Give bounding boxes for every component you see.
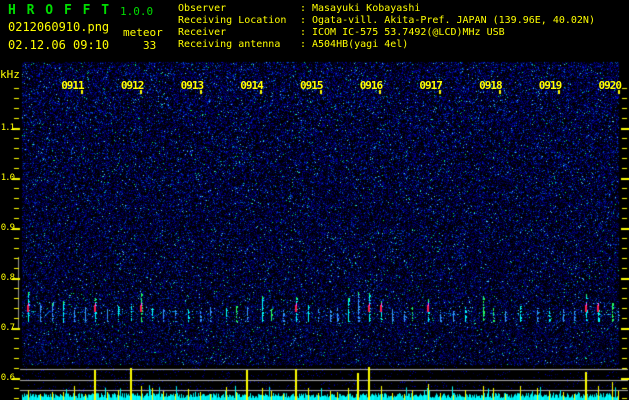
hrofft-screen: H R O F F T 1.0.0 0212060910.png meteor …	[0, 0, 629, 400]
y-tick-label-0.9: 0.9	[0, 223, 15, 233]
header-value: ICOM IC-575 53.7492(@LCD)MHz USB	[312, 27, 505, 38]
x-tick-label-0920: 0920	[598, 79, 623, 92]
header-row-receiver: Receiver: ICOM IC-575 53.7492(@LCD)MHz US…	[178, 27, 505, 38]
header-value: A504HB(yagi 4el)	[312, 39, 409, 50]
mode-label: meteor	[123, 26, 163, 39]
x-tick-label-0912: 0912	[120, 79, 145, 92]
x-tick-label-0914: 0914	[240, 79, 264, 92]
header-label: Receiver	[178, 27, 227, 38]
x-tick-label-0919: 0919	[538, 79, 563, 92]
x-tick-label-0915: 0915	[300, 79, 324, 92]
observation-datetime: 02.12.06 09:10	[8, 38, 110, 52]
header-value: Ogata-vill. Akita-Pref. JAPAN (139.96E, …	[312, 15, 595, 26]
spectrogram-canvas	[0, 0, 629, 400]
header-label: Observer	[178, 3, 227, 14]
header-separator: :	[300, 3, 307, 14]
app-title: H R O F F T	[8, 3, 111, 18]
header-separator: :	[300, 15, 307, 26]
header-label: Receiving antenna	[178, 39, 281, 50]
output-filename: 0212060910.png	[8, 20, 110, 34]
header-separator: :	[300, 39, 307, 50]
app-version: 1.0.0	[120, 5, 154, 18]
y-tick-label-1.1: 1.1	[0, 123, 15, 133]
x-tick-label-0918: 0918	[479, 79, 503, 92]
x-tick-label-0916: 0916	[359, 79, 384, 92]
y-tick-label-0.7: 0.7	[0, 323, 15, 333]
y-tick-label-0.6: 0.6	[0, 373, 15, 383]
header-value: Masayuki Kobayashi	[312, 3, 421, 14]
y-tick-label-1.0: 1.0	[0, 173, 15, 183]
x-tick-label-0913: 0913	[180, 79, 205, 92]
x-tick-label-0911: 0911	[61, 79, 85, 92]
header-label: Receiving Location	[178, 15, 287, 26]
x-tick-label-0917: 0917	[419, 79, 443, 92]
header-row-antenna: Receiving antenna: A504HB(yagi 4el)	[178, 39, 408, 50]
header-row-observer: Observer: Masayuki Kobayashi	[178, 3, 420, 14]
y-axis-unit-label: kHz	[0, 68, 20, 81]
header-separator: :	[300, 27, 307, 38]
y-tick-label-0.8: 0.8	[0, 273, 15, 283]
header-row-location: Receiving Location: Ogata-vill. Akita-Pre…	[178, 15, 595, 26]
meteor-count: 33	[143, 39, 157, 52]
